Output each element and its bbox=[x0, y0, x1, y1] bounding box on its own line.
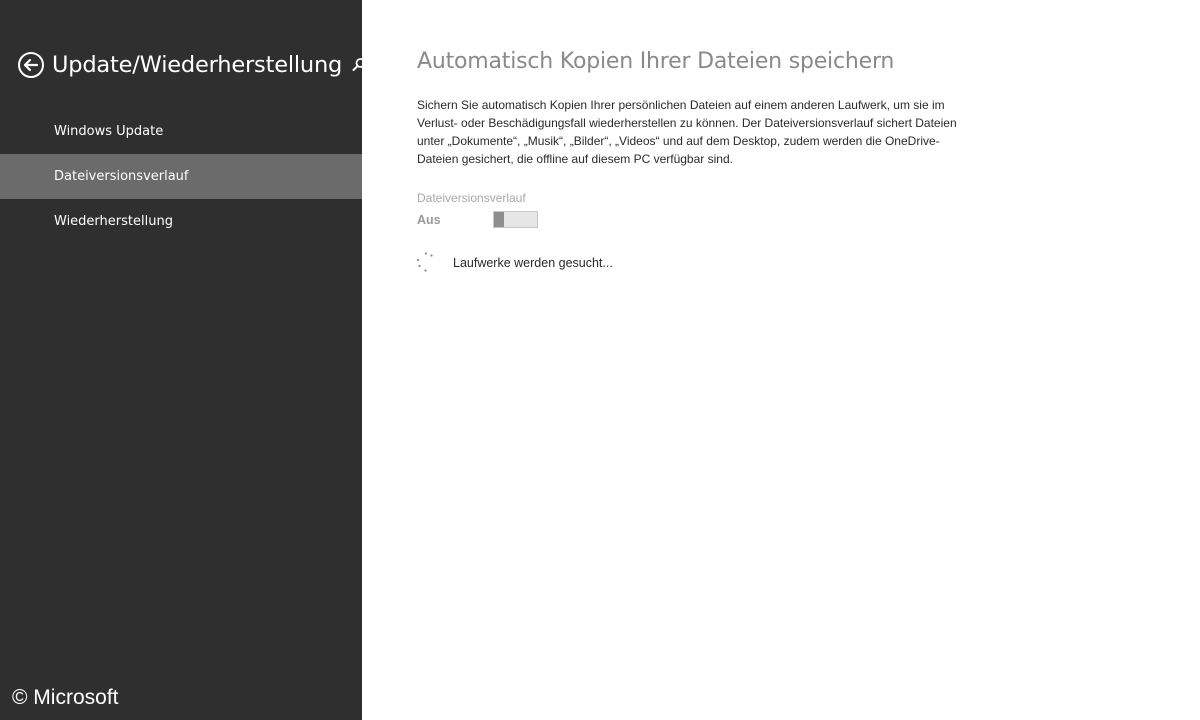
sidebar-item-wiederherstellung[interactable]: Wiederherstellung bbox=[0, 199, 362, 244]
sidebar: Update/Wiederherstellung Windows Update … bbox=[0, 0, 366, 720]
settings-window: Update/Wiederherstellung Windows Update … bbox=[0, 0, 1200, 720]
description-text: Sichern Sie automatisch Kopien Ihrer per… bbox=[417, 98, 957, 166]
toggle-knob bbox=[494, 212, 504, 227]
sidebar-header: Update/Wiederherstellung bbox=[17, 48, 366, 82]
back-button[interactable] bbox=[17, 51, 45, 79]
section-title: Automatisch Kopien Ihrer Dateien speiche… bbox=[417, 49, 895, 74]
setting-label: Dateiversionsverlauf bbox=[417, 191, 526, 205]
status-text: Laufwerke werden gesucht... bbox=[453, 256, 613, 270]
toggle-state-label: Aus bbox=[417, 213, 441, 227]
sidebar-nav: Windows Update Dateiversionsverlauf Wied… bbox=[0, 109, 362, 244]
page-title: Update/Wiederherstellung bbox=[52, 52, 343, 78]
file-history-toggle[interactable] bbox=[493, 211, 538, 228]
copyright-watermark: © Microsoft bbox=[12, 686, 119, 709]
loading-spinner-icon bbox=[415, 251, 437, 273]
main-content: Automatisch Kopien Ihrer Dateien speiche… bbox=[362, 0, 1200, 720]
back-arrow-circle-icon bbox=[18, 52, 44, 78]
sidebar-item-dateiversionsverlauf[interactable]: Dateiversionsverlauf bbox=[0, 154, 362, 199]
sidebar-item-windows-update[interactable]: Windows Update bbox=[0, 109, 362, 154]
